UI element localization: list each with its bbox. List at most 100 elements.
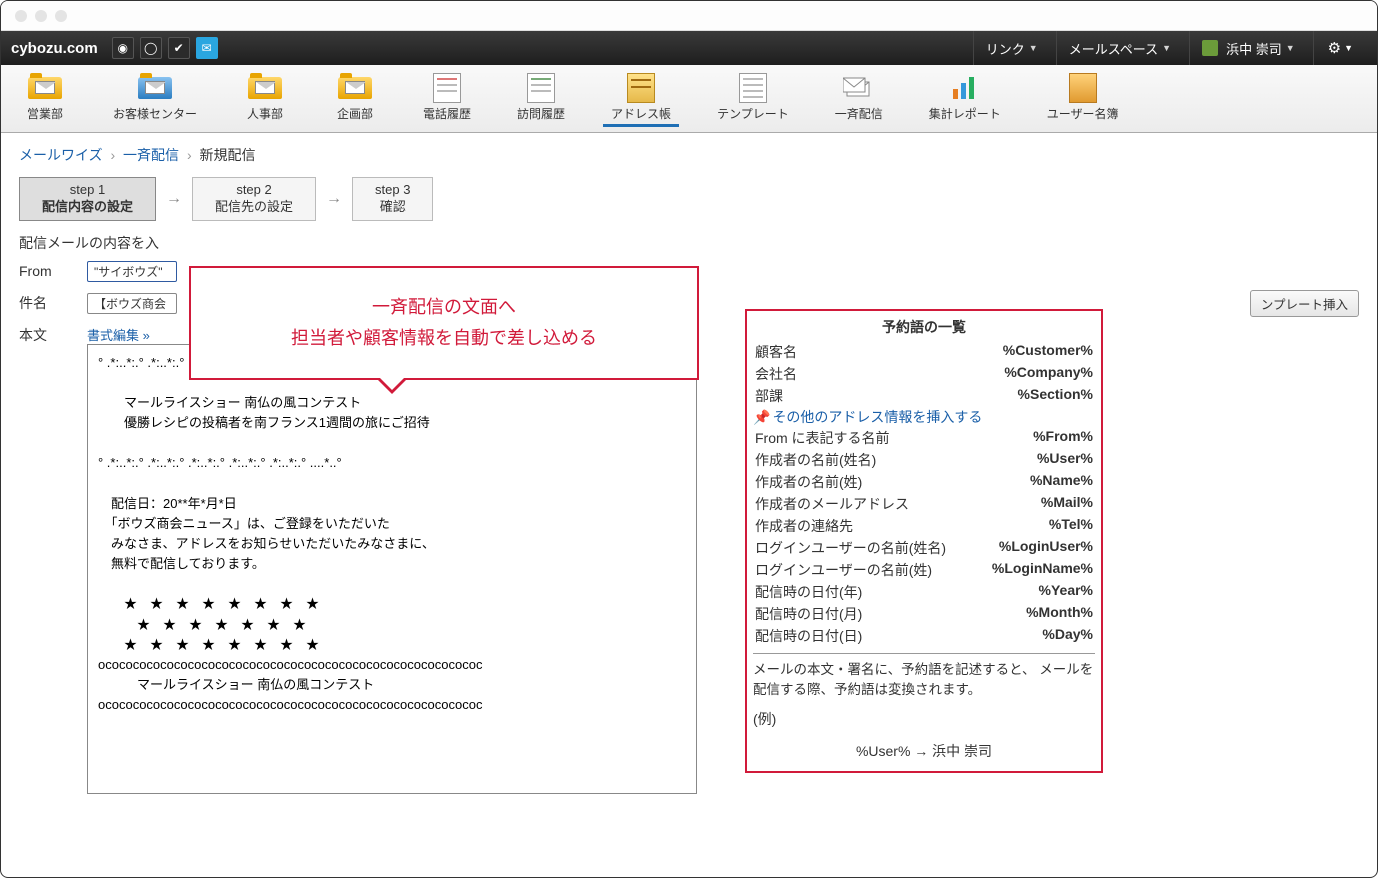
subject-input[interactable]: 【ボウズ商会	[87, 293, 177, 314]
reserved-label: 会社名	[755, 364, 797, 384]
reserved-token: %Name%	[1030, 472, 1093, 492]
reserved-title: 予約語の一覧	[753, 315, 1095, 341]
folder-mail-icon	[337, 73, 373, 103]
tool-label: お客様センター	[113, 105, 197, 122]
tool-label: ユーザー名簿	[1047, 105, 1119, 122]
from-select[interactable]: "サイボウズ"	[87, 261, 177, 282]
reserved-row[interactable]: 配信時の日付(年)%Year%	[753, 581, 1095, 603]
caret-down-icon: ▼	[1162, 43, 1171, 53]
reserved-label: 顧客名	[755, 342, 797, 362]
step-2[interactable]: step 2 配信先の設定	[192, 177, 316, 221]
reserved-row[interactable]: From に表記する名前%From%	[753, 427, 1095, 449]
reserved-row[interactable]: 部課%Section%	[753, 385, 1095, 407]
traffic-min-icon[interactable]	[35, 10, 47, 22]
reserved-label: 作成者の連絡先	[755, 516, 853, 536]
reserved-token: %Customer%	[1003, 342, 1093, 362]
step-num: step 2	[215, 182, 293, 199]
reserved-token: %Tel%	[1049, 516, 1093, 536]
topmenu-user[interactable]: 浜中 崇司 ▼	[1189, 31, 1307, 65]
tool-phone-history[interactable]: 電話履歴	[415, 69, 479, 127]
template-icon	[735, 73, 771, 103]
breadcrumb-mid[interactable]: 一斉配信	[123, 147, 179, 163]
tool-visit-history[interactable]: 訪問履歴	[509, 69, 573, 127]
breadcrumb-sep-icon: ›	[110, 147, 115, 163]
reserved-label: 配信時の日付(月)	[755, 604, 862, 624]
topbar-app2-icon[interactable]: ◯	[140, 37, 162, 59]
traffic-close-icon[interactable]	[15, 10, 27, 22]
reserved-token: %Year%	[1039, 582, 1093, 602]
reserved-token: %Company%	[1004, 364, 1093, 384]
wizard-steps: step 1 配信内容の設定 → step 2 配信先の設定 → step 3 …	[1, 171, 1377, 233]
tool-kikaku[interactable]: 企画部	[325, 69, 385, 127]
example-label: (例)	[753, 709, 1095, 729]
tool-label: 人事部	[247, 105, 283, 122]
reserved-token: %User%	[1037, 450, 1093, 470]
reserved-row[interactable]: 作成者のメールアドレス%Mail%	[753, 493, 1095, 515]
reserved-row[interactable]: 作成者の名前(姓名) %User%	[753, 449, 1095, 471]
tool-template[interactable]: テンプレート	[709, 69, 797, 127]
reserved-row[interactable]: 作成者の連絡先 %Tel%	[753, 515, 1095, 537]
intro-text: 配信メールの内容を入	[1, 233, 1377, 261]
topbar-app3-icon[interactable]: ✔	[168, 37, 190, 59]
from-label: From	[19, 263, 75, 279]
folder-mail-icon	[247, 73, 283, 103]
tool-customer-center[interactable]: お客様センター	[105, 69, 205, 127]
reserved-label: 作成者の名前(姓)	[755, 472, 862, 492]
step-label: 配信内容の設定	[42, 199, 133, 216]
traffic-max-icon[interactable]	[55, 10, 67, 22]
arrow-right-icon: →	[326, 190, 342, 208]
breadcrumb-sep-icon: ›	[187, 147, 192, 163]
reserved-label: 作成者のメールアドレス	[755, 494, 909, 514]
step-3[interactable]: step 3 確認	[352, 177, 433, 221]
breadcrumb-leaf: 新規配信	[200, 147, 256, 163]
insert-more-addresses-link[interactable]: 📌その他のアドレス情報を挿入する	[753, 407, 1095, 427]
topmenu-link[interactable]: リンク ▼	[973, 31, 1050, 65]
reserved-token: %Section%	[1018, 386, 1093, 406]
folder-mail-icon	[27, 73, 63, 103]
topbar-mail-icon[interactable]: ✉	[196, 37, 218, 59]
tool-label: 電話履歴	[423, 105, 471, 122]
caret-down-icon: ▼	[1286, 43, 1295, 53]
reserved-row[interactable]: 配信時の日付(月)%Month%	[753, 603, 1095, 625]
tool-report[interactable]: 集計レポート	[921, 69, 1009, 127]
tool-jinji[interactable]: 人事部	[235, 69, 295, 127]
reserved-words-panel: 予約語の一覧 顧客名 %Customer% 会社名 %Company%部課%Secti…	[745, 309, 1103, 773]
format-edit-link[interactable]: 書式編集 »	[87, 328, 150, 343]
caret-down-icon: ▼	[1344, 43, 1353, 53]
reserved-row[interactable]: ログインユーザーの名前(姓)%LoginName%	[753, 559, 1095, 581]
arrow-right-icon: →	[166, 190, 182, 208]
topmenu-user-label: 浜中 崇司	[1226, 39, 1282, 58]
settings-gear-button[interactable]: ⚙ ▼	[1313, 31, 1367, 65]
tool-label: 一斉配信	[835, 105, 883, 122]
tool-user-list[interactable]: ユーザー名簿	[1039, 69, 1127, 127]
tool-label: テンプレート	[717, 105, 789, 122]
reserved-row[interactable]: 会社名 %Company%	[753, 363, 1095, 385]
topmenu-mailspace[interactable]: メールスペース ▼	[1056, 31, 1183, 65]
top-bar: cybozu.com ◉ ◯ ✔ ✉ リンク ▼ メールスペース ▼ 浜中 崇司…	[1, 31, 1377, 65]
reserved-row[interactable]: 配信時の日付(日) %Day%	[753, 625, 1095, 647]
main-toolbar: 営業部 お客様センター 人事部 企画部 電話履歴 訪問履歴 アドレス帳 テンプ	[1, 65, 1377, 133]
step-label: 確認	[375, 199, 410, 216]
user-list-icon	[1065, 73, 1101, 103]
reserved-label: 配信時の日付(日)	[755, 626, 862, 646]
reserved-note: メールの本文・署名に、予約語を記述すると、 メールを配信する際、予約語は変換され…	[753, 653, 1095, 701]
reserved-row[interactable]: 作成者の名前(姓) %Name%	[753, 471, 1095, 493]
reserved-label: ログインユーザーの名前(姓名)	[755, 538, 946, 558]
avatar-icon	[1202, 40, 1218, 56]
tool-eigyou[interactable]: 営業部	[15, 69, 75, 127]
breadcrumb-root[interactable]: メールワイズ	[19, 147, 103, 163]
reserved-token: %Day%	[1042, 626, 1093, 646]
step-num: step 1	[42, 182, 133, 199]
reserved-row[interactable]: 顧客名 %Customer%	[753, 341, 1095, 363]
tool-label: 営業部	[27, 105, 63, 122]
body-textarea[interactable]	[87, 344, 697, 794]
reserved-label: 作成者の名前(姓名)	[755, 450, 876, 470]
topbar-app1-icon[interactable]: ◉	[112, 37, 134, 59]
step-1[interactable]: step 1 配信内容の設定	[19, 177, 156, 221]
reserved-row[interactable]: ログインユーザーの名前(姓名)%LoginUser%	[753, 537, 1095, 559]
bulk-mail-icon	[841, 73, 877, 103]
tool-address-book[interactable]: アドレス帳	[603, 69, 679, 127]
template-insert-button[interactable]: ンプレート挿入	[1250, 290, 1359, 317]
tool-bulk-send[interactable]: 一斉配信	[827, 69, 891, 127]
step-label: 配信先の設定	[215, 199, 293, 216]
